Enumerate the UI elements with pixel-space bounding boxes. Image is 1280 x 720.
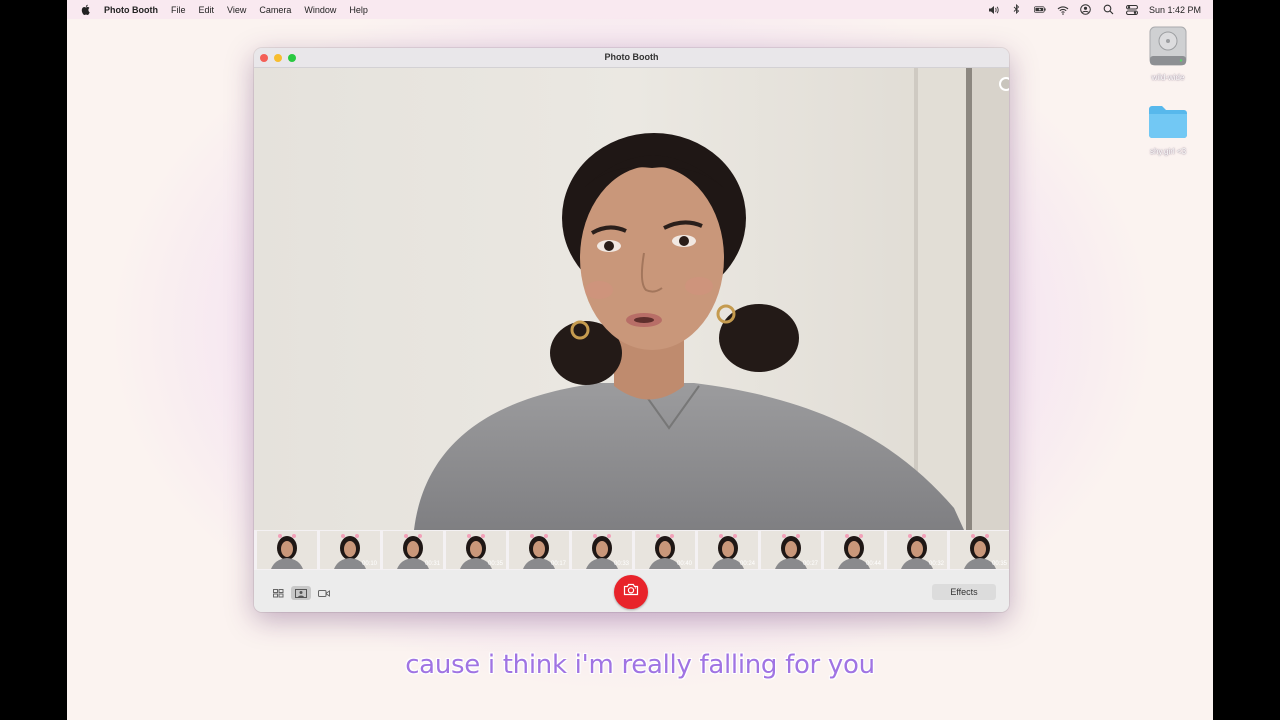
take-photo-button[interactable] (614, 575, 648, 609)
thumbnail[interactable]: 00:17 (509, 531, 569, 569)
desktop-folder-label: shy.girl <3 (1149, 147, 1187, 156)
single-photo-icon[interactable] (291, 586, 311, 600)
menu-camera[interactable]: Camera (259, 5, 291, 15)
camera-icon (623, 583, 639, 601)
desktop-drive[interactable]: wild-wide (1138, 26, 1198, 82)
thumbnail[interactable]: 00:32 (887, 531, 947, 569)
menu-bar: Photo Booth File Edit View Camera Window… (67, 0, 1213, 19)
battery-icon[interactable] (1033, 4, 1046, 16)
caption-text: cause i think i'm really falling for you (405, 650, 875, 680)
menu-help[interactable]: Help (349, 5, 368, 15)
thumbnail-duration: 00:32 (928, 561, 944, 567)
desktop: Photo Booth File Edit View Camera Window… (67, 0, 1213, 720)
thumbnail[interactable]: 00:35 (446, 531, 506, 569)
menu-edit[interactable]: Edit (199, 5, 215, 15)
thumbnail-duration: 00:24 (739, 561, 755, 567)
thumbnail-duration: 00:35 (991, 561, 1007, 567)
thumbnail-strip[interactable]: 00:10 00:31 00:35 00:17 00:33 00:40 00:24 00:27… (254, 530, 1009, 570)
search-icon[interactable] (1103, 4, 1115, 16)
thumbnail-duration: 00:40 (676, 561, 692, 567)
thumbnail-duration: 00:35 (487, 561, 503, 567)
thumbnail-duration: 00:44 (865, 561, 881, 567)
thumbnail[interactable]: 00:10 (320, 531, 380, 569)
thumbnail[interactable]: 00:33 (572, 531, 632, 569)
thumbnail[interactable]: 00:35 (950, 531, 1009, 569)
menubar-clock[interactable]: Sun 1:42 PM (1149, 5, 1201, 15)
thumbnail[interactable]: 00:31 (383, 531, 443, 569)
window-title: Photo Booth (604, 52, 659, 62)
thumbnail[interactable]: 00:27 (761, 531, 821, 569)
folder-icon (1138, 104, 1198, 145)
bluetooth-icon[interactable] (1011, 4, 1023, 16)
menu-app-name[interactable]: Photo Booth (104, 5, 158, 15)
thumbnail-duration: 00:33 (613, 561, 629, 567)
apple-menu-icon[interactable] (80, 4, 92, 16)
user-icon[interactable] (1080, 4, 1092, 16)
volume-icon[interactable] (988, 4, 1000, 16)
menu-file[interactable]: File (171, 5, 186, 15)
thumbnail[interactable] (257, 531, 317, 569)
effects-button[interactable]: Effects (932, 584, 996, 600)
photo-booth-window: Photo Booth 00:10 00:31 00:35 00:17 00:3… (254, 48, 1009, 612)
video-icon[interactable] (314, 586, 334, 600)
wifi-icon[interactable] (1057, 4, 1069, 16)
bottom-toolbar: Effects (254, 570, 1009, 612)
desktop-drive-label: wild-wide (1151, 73, 1185, 82)
desktop-folder[interactable]: shy.girl <3 (1138, 104, 1198, 156)
thumbnail[interactable]: 00:40 (635, 531, 695, 569)
thumbnail-duration: 00:27 (802, 561, 818, 567)
thumbnail-duration: 00:17 (550, 561, 566, 567)
thumbnail[interactable]: 00:24 (698, 531, 758, 569)
window-titlebar[interactable]: Photo Booth (254, 48, 1009, 68)
thumbnail-duration: 00:31 (424, 561, 440, 567)
menu-window[interactable]: Window (304, 5, 336, 15)
grid-view-icon[interactable] (268, 586, 288, 600)
menu-view[interactable]: View (227, 5, 246, 15)
control-center-icon[interactable] (1125, 4, 1138, 16)
thumbnail[interactable]: 00:44 (824, 531, 884, 569)
camera-preview (254, 68, 1009, 530)
thumbnail-duration: 00:10 (361, 561, 377, 567)
drive-icon (1138, 26, 1198, 71)
